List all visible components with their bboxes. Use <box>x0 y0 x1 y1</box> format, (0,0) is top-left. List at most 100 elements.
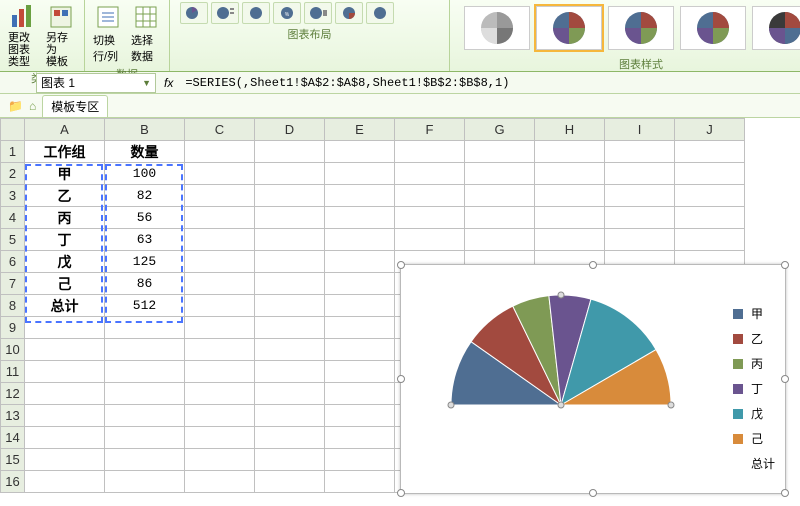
cell-F3[interactable] <box>395 185 465 207</box>
cell-A12[interactable] <box>25 383 105 405</box>
cell-A8[interactable]: 总计 <box>25 295 105 317</box>
cell-D5[interactable] <box>255 229 325 251</box>
layout-preset-7[interactable] <box>366 2 394 24</box>
cell-A1[interactable]: 工作组 <box>25 141 105 163</box>
cell-F1[interactable] <box>395 141 465 163</box>
cell-B5[interactable]: 63 <box>105 229 185 251</box>
cell-I4[interactable] <box>605 207 675 229</box>
cell-D3[interactable] <box>255 185 325 207</box>
resize-handle[interactable] <box>781 489 789 497</box>
cell-E16[interactable] <box>325 471 395 493</box>
col-header-D[interactable]: D <box>255 119 325 141</box>
cell-J3[interactable] <box>675 185 745 207</box>
cell-C13[interactable] <box>185 405 255 427</box>
row-header-13[interactable]: 13 <box>1 405 25 427</box>
cell-A13[interactable] <box>25 405 105 427</box>
cell-C9[interactable] <box>185 317 255 339</box>
cell-B1[interactable]: 数量 <box>105 141 185 163</box>
cell-B3[interactable]: 82 <box>105 185 185 207</box>
cell-E13[interactable] <box>325 405 395 427</box>
cell-C12[interactable] <box>185 383 255 405</box>
cell-I5[interactable] <box>605 229 675 251</box>
home-icon[interactable]: ⌂ <box>29 99 36 113</box>
cell-F4[interactable] <box>395 207 465 229</box>
row-header-9[interactable]: 9 <box>1 317 25 339</box>
resize-handle[interactable] <box>781 375 789 383</box>
row-header-4[interactable]: 4 <box>1 207 25 229</box>
cell-C6[interactable] <box>185 251 255 273</box>
cell-J1[interactable] <box>675 141 745 163</box>
cell-E14[interactable] <box>325 427 395 449</box>
cell-B9[interactable] <box>105 317 185 339</box>
cell-A16[interactable] <box>25 471 105 493</box>
cell-D16[interactable] <box>255 471 325 493</box>
select-data-button[interactable]: 选择数据 <box>129 2 163 64</box>
row-header-2[interactable]: 2 <box>1 163 25 185</box>
cell-D15[interactable] <box>255 449 325 471</box>
cell-A11[interactable] <box>25 361 105 383</box>
cell-H3[interactable] <box>535 185 605 207</box>
layout-preset-1[interactable] <box>180 2 208 24</box>
cell-D7[interactable] <box>255 273 325 295</box>
row-header-14[interactable]: 14 <box>1 427 25 449</box>
cell-C11[interactable] <box>185 361 255 383</box>
cell-E10[interactable] <box>325 339 395 361</box>
layout-preset-2[interactable] <box>211 2 239 24</box>
cell-C10[interactable] <box>185 339 255 361</box>
cell-E1[interactable] <box>325 141 395 163</box>
save-as-template-button[interactable]: 另存为 模板 <box>44 2 78 68</box>
row-header-8[interactable]: 8 <box>1 295 25 317</box>
row-header-7[interactable]: 7 <box>1 273 25 295</box>
fx-icon[interactable]: fx <box>156 76 181 90</box>
row-header-6[interactable]: 6 <box>1 251 25 273</box>
cell-C15[interactable] <box>185 449 255 471</box>
cell-G3[interactable] <box>465 185 535 207</box>
cell-H2[interactable] <box>535 163 605 185</box>
cell-C8[interactable] <box>185 295 255 317</box>
col-header-E[interactable]: E <box>325 119 395 141</box>
cell-A9[interactable] <box>25 317 105 339</box>
row-header-3[interactable]: 3 <box>1 185 25 207</box>
cell-A2[interactable]: 甲 <box>25 163 105 185</box>
cell-A4[interactable]: 丙 <box>25 207 105 229</box>
chart-style-4[interactable] <box>680 6 746 50</box>
resize-handle[interactable] <box>781 261 789 269</box>
cell-B6[interactable]: 125 <box>105 251 185 273</box>
cell-J2[interactable] <box>675 163 745 185</box>
row-header-15[interactable]: 15 <box>1 449 25 471</box>
cell-B7[interactable]: 86 <box>105 273 185 295</box>
cell-D14[interactable] <box>255 427 325 449</box>
cell-G4[interactable] <box>465 207 535 229</box>
chart-style-2[interactable] <box>536 6 602 50</box>
cell-B13[interactable] <box>105 405 185 427</box>
cell-A7[interactable]: 己 <box>25 273 105 295</box>
cell-H4[interactable] <box>535 207 605 229</box>
col-header-B[interactable]: B <box>105 119 185 141</box>
cell-E3[interactable] <box>325 185 395 207</box>
cell-H5[interactable] <box>535 229 605 251</box>
cell-B4[interactable]: 56 <box>105 207 185 229</box>
row-header-12[interactable]: 12 <box>1 383 25 405</box>
tab-templates[interactable]: 模板专区 <box>42 95 108 117</box>
cell-B2[interactable]: 100 <box>105 163 185 185</box>
cell-B15[interactable] <box>105 449 185 471</box>
cell-I2[interactable] <box>605 163 675 185</box>
cell-C3[interactable] <box>185 185 255 207</box>
cell-C14[interactable] <box>185 427 255 449</box>
cell-E4[interactable] <box>325 207 395 229</box>
cell-G1[interactable] <box>465 141 535 163</box>
folder-icon[interactable]: 📁 <box>8 99 23 113</box>
layout-preset-6[interactable] <box>335 2 363 24</box>
cell-E9[interactable] <box>325 317 395 339</box>
cell-D6[interactable] <box>255 251 325 273</box>
cell-F5[interactable] <box>395 229 465 251</box>
name-box[interactable]: 图表 1 ▼ <box>36 73 156 93</box>
cell-D11[interactable] <box>255 361 325 383</box>
cell-C16[interactable] <box>185 471 255 493</box>
cell-E6[interactable] <box>325 251 395 273</box>
cell-C7[interactable] <box>185 273 255 295</box>
cell-F2[interactable] <box>395 163 465 185</box>
cell-A5[interactable]: 丁 <box>25 229 105 251</box>
dropdown-icon[interactable]: ▼ <box>142 78 151 88</box>
cell-A15[interactable] <box>25 449 105 471</box>
